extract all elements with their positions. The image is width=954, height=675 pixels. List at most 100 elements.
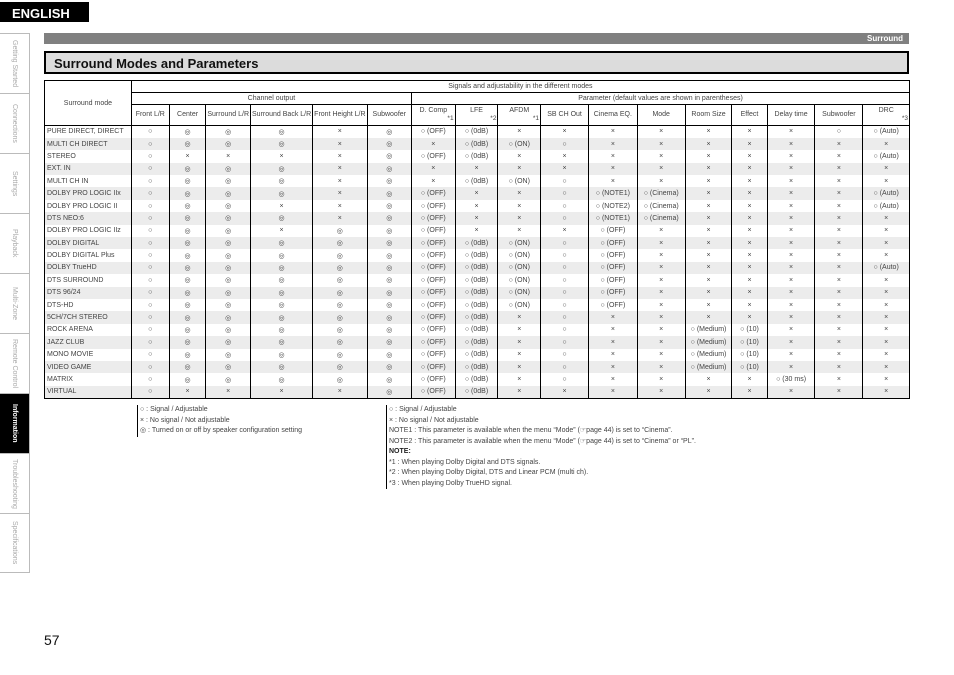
cell-value: × [731,286,768,299]
cell-value: ○ (OFF) [411,336,456,349]
cell-value: × [636,237,686,250]
cell-value: ○ [540,187,590,200]
cell-value: ○ (0dB) [454,237,499,250]
table-row: DOLBY PRO LOGIC IIz ○ ◎ ◎ × ◎ ◎ ○ (OFF) × × × ○ (OF… [44,224,910,238]
nav-tab[interactable]: Playback [0,213,30,273]
cell-value: × [588,162,638,176]
cell-value: × [497,311,542,324]
mode-name: MULTI CH DIRECT [44,137,132,151]
cell-value: ◎ [312,360,368,374]
nav-tab[interactable]: Settings [0,153,30,213]
cell-value: ◎ [366,373,413,386]
table-row: STEREO ○ × × × × ◎ ○ (OFF) ○ (0dB) × × × × × × × × ○ (Aut… [44,150,910,163]
cell-value: × [205,385,252,399]
column-label: Room Size [691,111,726,118]
nav-tab[interactable]: Getting Started [0,33,30,93]
mode-header: Surround mode [44,80,132,126]
column-label: Mode [652,111,670,118]
cell-value: ◎ [366,274,413,287]
cell-value: ◎ [205,249,252,262]
cell-value: × [312,212,368,225]
cell-value: ○ (Auto) [862,187,910,200]
cell-value: ◎ [366,224,413,238]
cell-value: ◎ [250,311,314,324]
cell-value: ◎ [205,311,252,324]
cell-value: ○ [130,360,170,374]
cell-value: ◎ [168,336,207,349]
cell-value: × [250,385,314,399]
cell-value: × [250,199,314,213]
table-row: VIRTUAL ○ × × × × ◎ ○ (OFF) ○ (0dB) × × × × × × × × × [44,385,910,399]
cell-value: × [497,336,542,349]
cell-value: × [766,150,816,163]
cell-value: × [684,286,733,299]
cell-value: × [862,137,910,151]
nav-tab-label: Settings [11,170,18,197]
nav-tab[interactable]: Information [0,393,30,453]
cell-value: × [862,336,910,349]
cell-value: × [814,162,864,176]
cell-value: ○ (Medium) [684,323,733,337]
cell-value: × [312,137,368,151]
footnote: *3 : When playing Dolby TrueHD signal. [389,479,512,487]
cell-value: ○ (0dB) [454,150,499,163]
cell-value: × [312,125,368,138]
nav-tab-label: Connections [11,104,18,143]
cell-value: ◎ [168,373,207,386]
legend-notes: ○ : Signal / Adjustable × : No signal / N… [386,405,696,489]
column-header: D. Comp *1 [411,104,456,126]
cell-value: × [766,323,816,337]
cell-value: × [766,274,816,287]
mode-name: DOLBY DIGITAL [44,237,132,250]
cell-value: ○ [540,286,590,299]
cell-value: × [497,360,542,374]
cell-value: × [814,212,864,225]
cell-value: × [766,348,816,361]
column-label: Effect [740,111,759,118]
cell-value: × [588,311,638,324]
mode-name: JAZZ CLUB [44,336,132,349]
cell-value: ○ (0dB) [454,125,499,138]
table-row: 5CH/7CH STEREO ○ ◎ ◎ ◎ ◎ ◎ ○ (OFF) ○ (0dB) × ○ × × × ×… [44,311,910,324]
cell-value: ○ [130,187,170,200]
cell-value: × [766,360,816,374]
cell-value: × [766,224,816,238]
cell-value: × [814,224,864,238]
cell-value: ◎ [366,385,413,399]
mode-name: MULTI CH IN [44,175,132,188]
nav-tab[interactable]: Multi-Zone [0,273,30,333]
cell-value: ○ (OFF) [411,311,456,324]
cell-value: ◎ [250,323,314,337]
cell-value: ◎ [366,175,413,188]
cell-value: × [766,187,816,200]
cell-value: × [636,360,686,374]
cell-value: × [862,224,910,238]
cell-value: ◎ [312,373,368,386]
nav-tab[interactable]: Connections [0,93,30,153]
cell-value: ◎ [205,237,252,250]
cell-value: × [731,162,768,176]
cell-value: ○ (OFF) [588,224,638,238]
cell-value: ○ [130,237,170,250]
cell-value: ◎ [366,336,413,349]
cell-value: ◎ [168,249,207,262]
nav-tab[interactable]: Remote Control [0,333,30,393]
cell-value: ◎ [366,298,413,312]
cell-value: × [250,224,314,238]
column-label: Surround L/R [207,111,250,118]
cell-value: ◎ [366,311,413,324]
cell-value: × [766,175,816,188]
table-row: DTS NEO:6 ○ ◎ ◎ ◎ × ◎ ○ (OFF) × × ○ ○ (NOTE1) ○ (Cin… [44,212,910,225]
cell-value: ◎ [205,199,252,213]
nav-tab[interactable]: Troubleshooting [0,453,30,513]
cell-value: ○ [130,286,170,299]
cell-value: × [862,360,910,374]
cell-value: × [636,162,686,176]
cell-value: ○ (OFF) [411,261,456,275]
cell-value: ◎ [250,348,314,361]
cell-value: × [862,298,910,312]
cell-value: × [862,385,910,399]
cell-value: ○ [130,249,170,262]
nav-tab[interactable]: Specifications [0,513,30,573]
cell-value: ○ (Medium) [684,336,733,349]
